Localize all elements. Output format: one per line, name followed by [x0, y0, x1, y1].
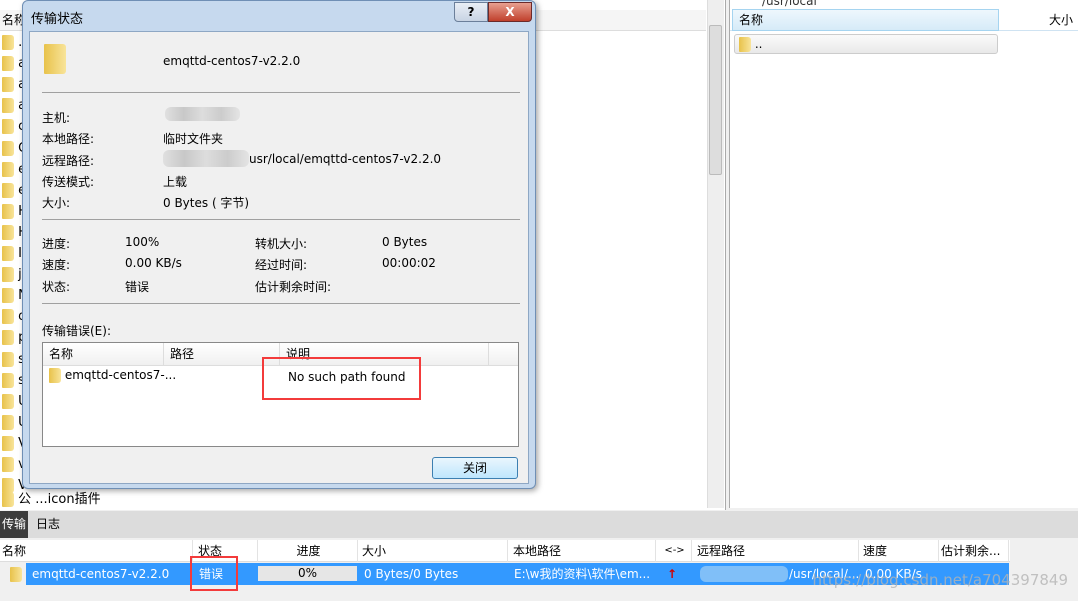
folder-icon [2, 330, 14, 346]
scrollbar-thumb[interactable] [709, 25, 722, 175]
transferred-value: 0 Bytes [382, 235, 428, 249]
folder-icon [2, 457, 14, 472]
error-row[interactable]: emqttd-centos7-... [49, 368, 176, 383]
remote-path[interactable]: /usr/local [730, 0, 817, 8]
list-item[interactable]: 公 ...icon插件 [2, 490, 101, 510]
folder-icon [2, 98, 14, 114]
column-header-name[interactable]: 名称 [732, 9, 999, 31]
dialog-body: emqttd-centos7-v2.2.0 主机: 本地路径: 临时文件夹 远程… [29, 31, 529, 484]
tab-log[interactable]: 日志 [34, 511, 62, 538]
list-item[interactable]: .. [734, 34, 998, 54]
divider [42, 92, 520, 93]
column-header-progress[interactable]: 进度 [258, 540, 358, 562]
transferred-label: 转机大小: [255, 237, 308, 251]
elapsed-value: 00:00:02 [382, 256, 436, 270]
column-header-name[interactable]: 名称 [43, 343, 164, 366]
column-header-size[interactable]: 大小 [1049, 9, 1073, 31]
remote-path-label: 远程路径: [42, 154, 95, 168]
folder-icon [2, 182, 14, 198]
watermark: https://blog.csdn.net/a704397849 [812, 571, 1068, 589]
divider [42, 219, 520, 220]
redacted-host [165, 107, 240, 121]
folder-icon [2, 246, 14, 261]
tab-transfer[interactable]: 传输 [0, 511, 29, 538]
column-header-name[interactable]: 名称 [0, 540, 193, 562]
column-header-direction[interactable]: <-> [656, 540, 692, 562]
bottom-tabs: 传输 日志 [0, 511, 1078, 538]
dialog-title: 传输状态 [31, 12, 84, 27]
folder-icon [2, 224, 14, 240]
folder-icon [10, 567, 22, 582]
error-name: emqttd-centos7-... [64, 368, 177, 382]
help-button[interactable]: ? [454, 2, 488, 22]
progress-label: 进度: [42, 237, 71, 251]
remote-path-value: usr/local/emqttd-centos7-v2.2.0 [249, 152, 442, 166]
folder-icon [2, 288, 14, 304]
speed-value: 0.00 KB/s [125, 256, 182, 270]
folder-icon [2, 119, 14, 135]
folder-icon [49, 368, 61, 383]
column-header-remaining[interactable]: 估计剩余... [939, 540, 1009, 562]
remote-file-panel: /usr/local 名称 大小 .. [729, 0, 1078, 508]
local-path-value: 临时文件夹 [163, 132, 224, 146]
progress-text: 0% [297, 566, 318, 580]
host-label: 主机: [42, 111, 71, 125]
redacted-remote [163, 150, 249, 167]
folder-icon [2, 267, 14, 283]
highlight-box [190, 556, 238, 591]
remote-header: 名称 大小 [730, 9, 1078, 31]
column-header-local-path[interactable]: 本地路径 [508, 540, 656, 562]
status-label: 状态: [42, 280, 71, 294]
folder-icon [2, 351, 14, 367]
folder-icon [2, 35, 14, 50]
folder-icon [2, 56, 14, 72]
folder-icon [2, 161, 14, 177]
errors-label: 传输错误(E): [42, 324, 111, 338]
folder-icon [739, 37, 751, 52]
folder-icon [2, 372, 14, 388]
folder-icon [2, 309, 14, 325]
size-value: 0 Bytes ( 字节) [163, 196, 250, 210]
transfer-status-dialog: 传输状态 ? X emqttd-centos7-v2.2.0 主机: 本地路径:… [22, 0, 536, 489]
status-value: 错误 [125, 280, 150, 294]
column-header-speed[interactable]: 速度 [859, 540, 939, 562]
folder-icon [2, 203, 14, 219]
progress-bar: 0% [258, 566, 357, 581]
close-window-button[interactable]: X [488, 2, 532, 22]
transfer-size: 0 Bytes/0 Bytes [364, 567, 459, 581]
folder-icon [2, 492, 14, 507]
elapsed-label: 经过时间: [255, 258, 308, 272]
close-button[interactable]: 关闭 [432, 457, 518, 479]
folder-icon [2, 140, 14, 156]
transfer-table-header: 名称 状态 进度 大小 本地路径 <-> 远程路径 速度 估计剩余... [0, 540, 1010, 562]
column-header-size[interactable]: 大小 [358, 540, 508, 562]
mode-label: 传送模式: [42, 175, 95, 189]
progress-value: 100% [125, 235, 160, 249]
upload-arrow-icon: ↑ [667, 567, 678, 581]
folder-icon [2, 435, 14, 451]
size-label: 大小: [42, 196, 71, 210]
column-header-remote-path[interactable]: 远程路径 [692, 540, 859, 562]
redacted-remote [700, 566, 788, 582]
divider [42, 303, 520, 304]
folder-icon [44, 44, 66, 74]
folder-icon [2, 414, 14, 430]
folder-icon [2, 77, 14, 93]
folder-icon [2, 393, 14, 409]
remaining-label: 估计剩余时间: [255, 280, 332, 294]
item-name: .. [754, 37, 763, 51]
transfer-name: emqttd-centos7-v2.2.0 [32, 567, 170, 581]
item-name: 公 ...icon插件 [18, 492, 101, 507]
transfer-local-path: E:\w我的资料\软件\em... [514, 567, 650, 581]
speed-label: 速度: [42, 258, 71, 272]
local-path-label: 本地路径: [42, 132, 95, 146]
mode-value: 上载 [163, 175, 188, 189]
highlight-box [262, 357, 421, 400]
file-name: emqttd-centos7-v2.2.0 [163, 54, 301, 68]
